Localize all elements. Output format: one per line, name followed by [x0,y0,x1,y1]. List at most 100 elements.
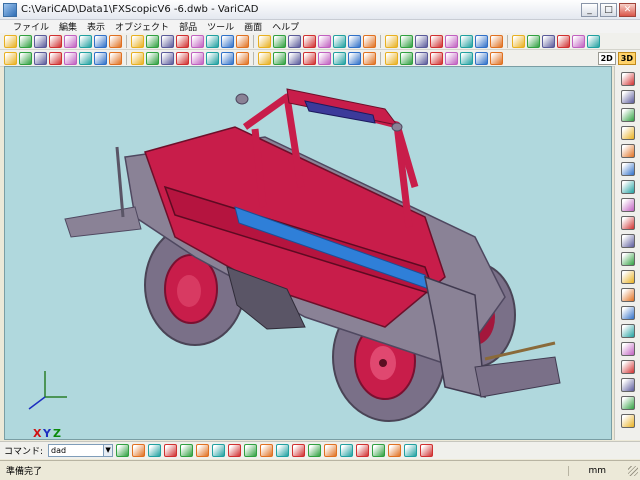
command-dropdown[interactable]: ▼ [103,444,114,457]
menu-edit[interactable]: 編集 [54,20,82,33]
pipe-icon[interactable] [258,51,271,65]
save-as-icon[interactable] [49,34,62,48]
props-icon[interactable] [372,444,386,457]
print-icon[interactable] [64,34,77,48]
copy-icon[interactable] [79,34,92,48]
3d-viewport[interactable]: X Y Z [4,66,612,440]
info-icon[interactable] [490,51,503,65]
material-icon[interactable] [620,414,635,428]
split-icon[interactable] [34,51,47,65]
menu-tools[interactable]: ツール [202,20,239,33]
menu-file[interactable]: ファイル [8,20,54,33]
view-iso2-icon[interactable] [620,198,635,212]
sweep-icon[interactable] [258,34,271,48]
perspective-icon[interactable] [620,288,635,302]
view-iso1-icon[interactable] [620,180,635,194]
delete-icon[interactable] [4,51,17,65]
pointer-icon[interactable] [212,444,226,457]
view-iso4-icon[interactable] [620,234,635,248]
table-icon[interactable] [404,444,418,457]
orbit-icon[interactable] [620,270,635,284]
color-icon[interactable] [587,34,600,48]
zoom-icon[interactable] [460,34,473,48]
view-right-icon[interactable] [620,126,635,140]
scale-icon[interactable] [333,34,346,48]
bolt-icon[interactable] [288,51,301,65]
part-icon[interactable] [206,51,219,65]
layer-icon[interactable] [572,34,585,48]
check-icon[interactable] [460,51,473,65]
spring-icon[interactable] [273,51,286,65]
settings-icon[interactable] [475,51,488,65]
view-top-icon[interactable] [620,144,635,158]
label-icon[interactable] [430,51,443,65]
ungroup-icon[interactable] [191,51,204,65]
sphere-icon[interactable] [176,34,189,48]
tools-icon[interactable] [79,51,92,65]
cut-icon[interactable] [430,34,443,48]
menu-parts[interactable]: 部品 [174,20,202,33]
group-icon[interactable] [176,51,189,65]
pan-icon[interactable] [512,34,525,48]
blank-icon[interactable] [109,51,122,65]
view-icon[interactable] [445,34,458,48]
torus-icon[interactable] [191,34,204,48]
loft-icon[interactable] [236,34,249,48]
clip-icon[interactable] [620,324,635,338]
sheet-icon[interactable] [400,51,413,65]
bom-icon[interactable] [236,51,249,65]
blank-icon[interactable] [94,51,107,65]
grid-icon[interactable] [180,444,194,457]
view-bottom-icon[interactable] [620,162,635,176]
hide-icon[interactable] [620,360,635,374]
shell-icon[interactable] [415,34,428,48]
minimize-button[interactable]: _ [581,2,598,17]
block-icon[interactable] [308,444,322,457]
nut-icon[interactable] [303,51,316,65]
shade-icon[interactable] [542,34,555,48]
line-icon[interactable] [164,444,178,457]
weld-icon[interactable] [415,51,428,65]
cylinder-icon[interactable] [146,34,159,48]
paste-icon[interactable] [340,444,354,457]
menu-help[interactable]: ヘルプ [267,20,304,33]
pin-icon[interactable] [333,51,346,65]
fillet-icon[interactable] [385,34,398,48]
section-icon[interactable] [161,51,174,65]
ortho-icon[interactable] [196,444,210,457]
attach-icon[interactable] [64,51,77,65]
filter-icon[interactable] [276,444,290,457]
delete-icon[interactable] [356,444,370,457]
assembly-icon[interactable] [221,51,234,65]
resize-grip[interactable] [628,465,638,476]
revolve-icon[interactable] [206,34,219,48]
zoom-out-icon[interactable] [490,34,503,48]
view-back-icon[interactable] [620,90,635,104]
cross-icon[interactable] [260,444,274,457]
chamfer-icon[interactable] [400,34,413,48]
section-view-icon[interactable] [620,306,635,320]
redo-icon[interactable] [109,34,122,48]
shaft-icon[interactable] [385,51,398,65]
note-icon[interactable] [445,51,458,65]
zoom-in-icon[interactable] [475,34,488,48]
cone-icon[interactable] [161,34,174,48]
washer-icon[interactable] [318,51,331,65]
light-icon[interactable] [620,396,635,410]
extrude-icon[interactable] [221,34,234,48]
trim-icon[interactable] [19,51,32,65]
select-icon[interactable] [228,444,242,457]
measure-icon[interactable] [146,51,159,65]
explode-icon[interactable] [620,342,635,356]
layer-icon[interactable] [292,444,306,457]
save-icon[interactable] [34,34,47,48]
menu-window[interactable]: 画面 [239,20,267,33]
sheet-icon[interactable] [388,444,402,457]
undo-icon[interactable] [94,34,107,48]
window-icon[interactable] [244,444,258,457]
rotate-icon[interactable] [288,34,301,48]
hole-icon[interactable] [363,34,376,48]
boolean-icon[interactable] [348,34,361,48]
menu-object[interactable]: オブジェクト [110,20,174,33]
menu-view[interactable]: 表示 [82,20,110,33]
